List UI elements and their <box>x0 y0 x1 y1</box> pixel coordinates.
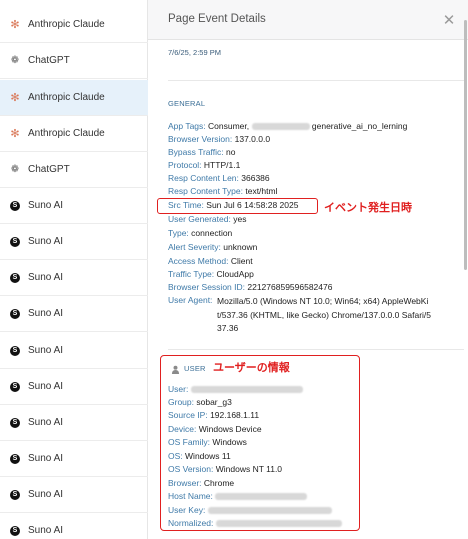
list-item[interactable]: ✻ Anthropic Claude <box>0 7 148 43</box>
openai-icon: ❁ <box>10 163 20 175</box>
list-item-label: Suno AI <box>28 200 64 211</box>
general-section-heading: GENERAL <box>168 99 206 108</box>
scrollbar[interactable] <box>464 20 467 270</box>
list-item-label: Suno AI <box>28 525 64 536</box>
user-agent-line: 37.36 <box>217 323 239 333</box>
list-item[interactable]: S Suno AI <box>0 333 148 369</box>
user-info-highlight <box>160 355 360 531</box>
list-item-label: Suno AI <box>28 236 64 247</box>
field-alert-severity: Alert Severity: unknown <box>168 242 258 252</box>
list-item-label: Suno AI <box>28 453 64 464</box>
suno-icon: S <box>10 525 20 536</box>
anthropic-icon: ✻ <box>10 91 20 104</box>
field-traffic-type: Traffic Type: CloudApp <box>168 269 254 279</box>
list-item-label: Anthropic Claude <box>28 92 105 103</box>
list-item[interactable]: S Suno AI <box>0 188 148 224</box>
user-agent-line: Mozilla/5.0 (Windows NT 10.0; Win64; x64… <box>217 296 429 306</box>
list-item[interactable]: S Suno AI <box>0 260 148 296</box>
list-item[interactable]: S Suno AI <box>0 513 148 539</box>
anthropic-icon: ✻ <box>10 18 20 31</box>
list-item-label: Suno AI <box>28 345 64 356</box>
close-icon[interactable]: ✕ <box>442 13 456 28</box>
list-item-label: Anthropic Claude <box>28 128 105 139</box>
suno-icon: S <box>10 345 20 356</box>
list-item-label: Suno AI <box>28 489 64 500</box>
field-user-agent-value: Mozilla/5.0 (Windows NT 10.0; Win64; x64… <box>217 295 462 336</box>
list-item[interactable]: S Suno AI <box>0 405 148 441</box>
list-item[interactable]: S Suno AI <box>0 296 148 332</box>
anthropic-icon: ✻ <box>10 127 20 140</box>
suno-icon: S <box>10 200 20 211</box>
field-user-generated: User Generated: yes <box>168 214 247 224</box>
field-resp-content-type: Resp Content Type: text/html <box>168 186 278 196</box>
field-protocol: Protocol: HTTP/1.1 <box>168 160 241 170</box>
list-item[interactable]: ❁ ChatGPT <box>0 152 148 188</box>
field-bypass-traffic: Bypass Traffic: no <box>168 147 236 157</box>
list-item-label: Suno AI <box>28 272 64 283</box>
list-item[interactable]: ✻ Anthropic Claude <box>0 80 148 116</box>
user-agent-line: t/537.36 (KHTML, like Gecko) Chrome/137.… <box>217 309 432 320</box>
field-resp-content-len: Resp Content Len: 366386 <box>168 173 270 183</box>
field-app-tags: App Tags: Consumer, generative_ai_no_ler… <box>168 121 408 131</box>
openai-icon: ❁ <box>10 54 20 66</box>
user-info-annotation: ユーザーの情報 <box>213 362 290 374</box>
field-browser-version: Browser Version: 137.0.0.0 <box>168 134 271 144</box>
list-item[interactable]: S Suno AI <box>0 477 148 513</box>
event-list: ✻ Anthropic Claude ❁ ChatGPT ✻ Anthropic Clau… <box>0 0 148 539</box>
suno-icon: S <box>10 453 20 464</box>
list-item[interactable]: S Suno AI <box>0 224 148 260</box>
list-item-label: Suno AI <box>28 308 64 319</box>
list-item[interactable]: S Suno AI <box>0 369 148 405</box>
suno-icon: S <box>10 308 20 319</box>
event-datetime: 7/6/25, 2:59 PM <box>168 48 221 57</box>
list-item-label: Suno AI <box>28 417 64 428</box>
divider <box>168 349 464 350</box>
redacted-value <box>251 123 310 131</box>
suno-icon: S <box>10 489 20 500</box>
panel-header: Page Event Details ✕ <box>148 0 468 40</box>
event-time-annotation: イベント発生日時 <box>324 202 412 214</box>
field-user-agent-label: User Agent: <box>168 295 213 305</box>
field-browser-session-id: Browser Session ID: 221276859596582476 <box>168 282 333 292</box>
suno-icon: S <box>10 381 20 392</box>
suno-icon: S <box>10 272 20 283</box>
list-item-label: ChatGPT <box>28 55 70 66</box>
field-type: Type: connection <box>168 228 233 238</box>
list-item[interactable]: S Suno AI <box>0 441 148 477</box>
suno-icon: S <box>10 417 20 428</box>
list-item-label: Anthropic Claude <box>28 19 105 30</box>
field-access-method: Access Method: Client <box>168 256 253 266</box>
divider <box>168 80 464 81</box>
list-item[interactable]: ❁ ChatGPT <box>0 43 148 79</box>
list-item[interactable]: ✻ Anthropic Claude <box>0 116 148 152</box>
list-item-label: Suno AI <box>28 381 64 392</box>
src-time-highlight <box>157 198 318 214</box>
list-item-label: ChatGPT <box>28 164 70 175</box>
suno-icon: S <box>10 236 20 247</box>
panel-title: Page Event Details <box>168 13 266 25</box>
